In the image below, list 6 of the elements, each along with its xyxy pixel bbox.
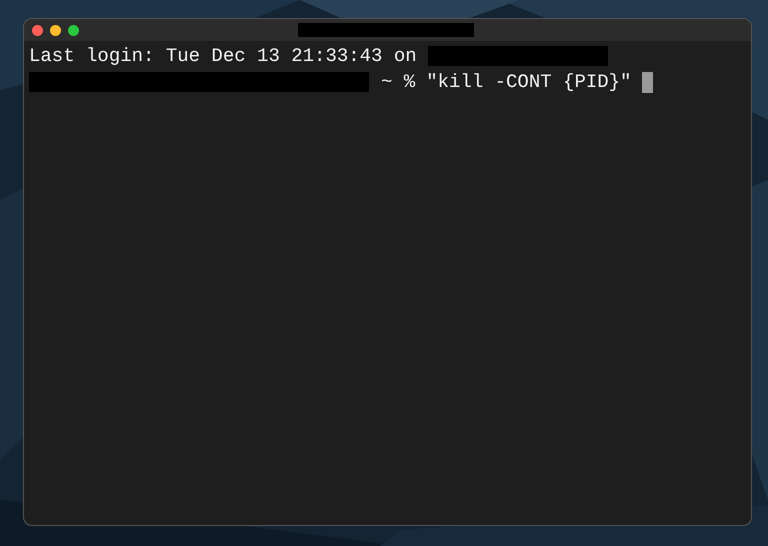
login-message: Last login: Tue Dec 13 21:33:43 on: [29, 45, 417, 67]
command-text: "kill -CONT {PID}": [426, 71, 632, 93]
zoom-button[interactable]: [68, 24, 79, 36]
close-button[interactable]: [32, 24, 43, 36]
shell-prompt: ~ %: [381, 71, 416, 93]
minimize-button[interactable]: [50, 24, 61, 36]
